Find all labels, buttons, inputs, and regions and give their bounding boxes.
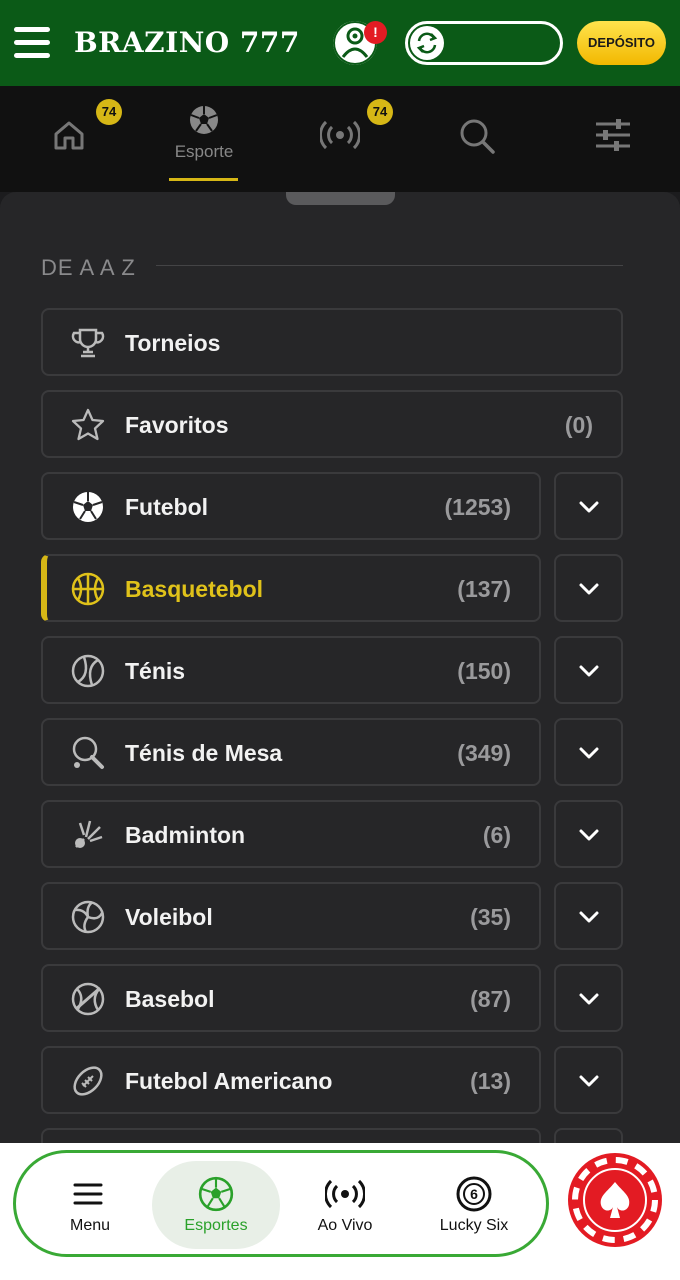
live-broadcast-icon (325, 1179, 365, 1209)
live-broadcast-icon (320, 120, 360, 150)
sport-row-favoritos[interactable]: Favoritos (0) (41, 390, 623, 458)
expand-futebol-button[interactable] (554, 472, 623, 540)
sports-sheet: DE A A Z Torneios Favoritos (0) Futebol … (0, 192, 680, 1196)
lucky-six-icon: 6 (456, 1176, 492, 1212)
chevron-down-icon (579, 583, 599, 595)
nav-live[interactable]: 74 (295, 86, 393, 186)
nav-search[interactable] (431, 86, 521, 186)
sport-row-count: (13) (470, 1068, 511, 1094)
basketball-icon (71, 572, 105, 606)
casino-chip-button[interactable] (567, 1152, 663, 1248)
bottom-nav-label: Lucky Six (439, 1217, 509, 1234)
refresh-icon (416, 32, 438, 54)
sport-row-label: Futebol (125, 494, 209, 520)
bottom-nav-label: Menu (69, 1217, 111, 1234)
bottom-nav-menu[interactable]: Menu (26, 1161, 154, 1249)
sport-row-count: (35) (470, 904, 511, 930)
chevron-down-icon (579, 501, 599, 513)
expand-tenis-button[interactable] (554, 636, 623, 704)
home-badge: 74 (96, 99, 122, 125)
sport-row-badminton[interactable]: Badminton (6) (41, 800, 541, 868)
home-icon (54, 121, 84, 150)
hamburger-menu-icon[interactable] (14, 27, 50, 59)
soccer-ball-icon (198, 1176, 234, 1212)
sport-row-basebol[interactable]: Basebol (87) (41, 964, 541, 1032)
sport-row-count: (0) (564, 412, 593, 438)
live-badge: 74 (367, 99, 393, 125)
sport-row-count: (87) (470, 986, 511, 1012)
shuttlecock-icon (75, 820, 103, 848)
nav-sport[interactable]: Esporte (159, 86, 249, 186)
expand-badminton-button[interactable] (554, 800, 623, 868)
sport-row-label: Futebol Americano (125, 1068, 333, 1094)
sport-row-futebol[interactable]: Futebol (1253) (41, 472, 541, 540)
expand-basquetebol-button[interactable] (554, 554, 623, 622)
sport-row-count: (349) (457, 740, 511, 766)
search-icon (460, 119, 495, 154)
sport-row-label: Badminton (125, 822, 246, 848)
trophy-icon (71, 328, 105, 358)
bottom-nav-esportes[interactable]: Esportes (152, 1161, 280, 1249)
refresh-balance-button[interactable] (410, 26, 444, 60)
sport-row-count: (6) (482, 822, 511, 848)
sport-row-futebol-americano[interactable]: Futebol Americano (13) (41, 1046, 541, 1114)
expand-basebol-button[interactable] (554, 964, 623, 1032)
sport-row-tenis[interactable]: Ténis (150) (41, 636, 541, 704)
sport-row-label: Favoritos (125, 412, 229, 438)
sport-row-count: (137) (457, 576, 511, 602)
sliders-icon (596, 119, 630, 151)
sport-row-voleibol[interactable]: Voleibol (35) (41, 882, 541, 950)
soccer-ball-icon (73, 492, 103, 522)
bottom-nav-label: Esportes (184, 1217, 248, 1234)
bottom-nav-label: Ao Vivo (317, 1217, 373, 1234)
active-tab-indicator (169, 178, 238, 181)
sport-row-label: Ténis (125, 658, 186, 684)
sport-row-label: Basebol (125, 986, 215, 1012)
nav-home[interactable]: 74 (23, 86, 122, 186)
nav-filters[interactable] (567, 86, 657, 186)
sport-row-count: (1253) (444, 494, 511, 520)
balance-toggle[interactable] (405, 21, 563, 65)
nav-sport-label: Esporte (174, 142, 234, 161)
chevron-down-icon (579, 911, 599, 923)
menu-icon (73, 1183, 103, 1205)
expand-tenis-de-mesa-button[interactable] (554, 718, 623, 786)
sport-row-basquetebol[interactable]: Basquetebol (137) (41, 554, 541, 622)
chevron-down-icon (579, 829, 599, 841)
sport-row-label: Torneios (125, 330, 221, 356)
chevron-down-icon (579, 993, 599, 1005)
sheet-handle[interactable] (286, 192, 395, 205)
star-icon (71, 408, 105, 441)
soccer-ball-icon (190, 106, 218, 134)
volleyball-icon (71, 900, 105, 934)
chevron-down-icon (579, 665, 599, 677)
baseball-icon (71, 982, 105, 1016)
sport-row-count: (150) (457, 658, 511, 684)
sport-row-label: Basquetebol (125, 576, 264, 602)
bottom-nav: Menu Esportes Ao Vivo 6 Lucky Six (13, 1150, 549, 1257)
table-tennis-icon (72, 736, 104, 769)
chevron-down-icon (579, 747, 599, 759)
svg-text:6: 6 (470, 1186, 478, 1202)
deposit-button[interactable]: DEPÓSITO (577, 21, 666, 65)
sport-row-label: Voleibol (125, 904, 213, 930)
sport-row-tenis-de-mesa[interactable]: Ténis de Mesa (349) (41, 718, 541, 786)
bottom-nav-ao-vivo[interactable]: Ao Vivo (281, 1161, 409, 1249)
chevron-down-icon (579, 1075, 599, 1087)
expand-voleibol-button[interactable] (554, 882, 623, 950)
tennis-ball-icon (71, 654, 105, 688)
app-header: BRAZINO 777 ! DEPÓSITO (0, 0, 680, 86)
notification-badge: ! (364, 21, 387, 44)
sport-row-torneios[interactable]: Torneios (41, 308, 623, 376)
sport-row-label: Ténis de Mesa (125, 740, 283, 766)
american-football-icon (73, 1066, 103, 1096)
section-divider (156, 265, 623, 266)
sports-top-nav: 74 Esporte 74 (0, 86, 680, 192)
section-title: DE A A Z (41, 255, 136, 280)
brand-logo[interactable]: BRAZINO 777 (74, 26, 300, 59)
bottom-nav-lucky-six[interactable]: 6 Lucky Six (410, 1161, 538, 1249)
expand-futebol-americano-button[interactable] (554, 1046, 623, 1114)
